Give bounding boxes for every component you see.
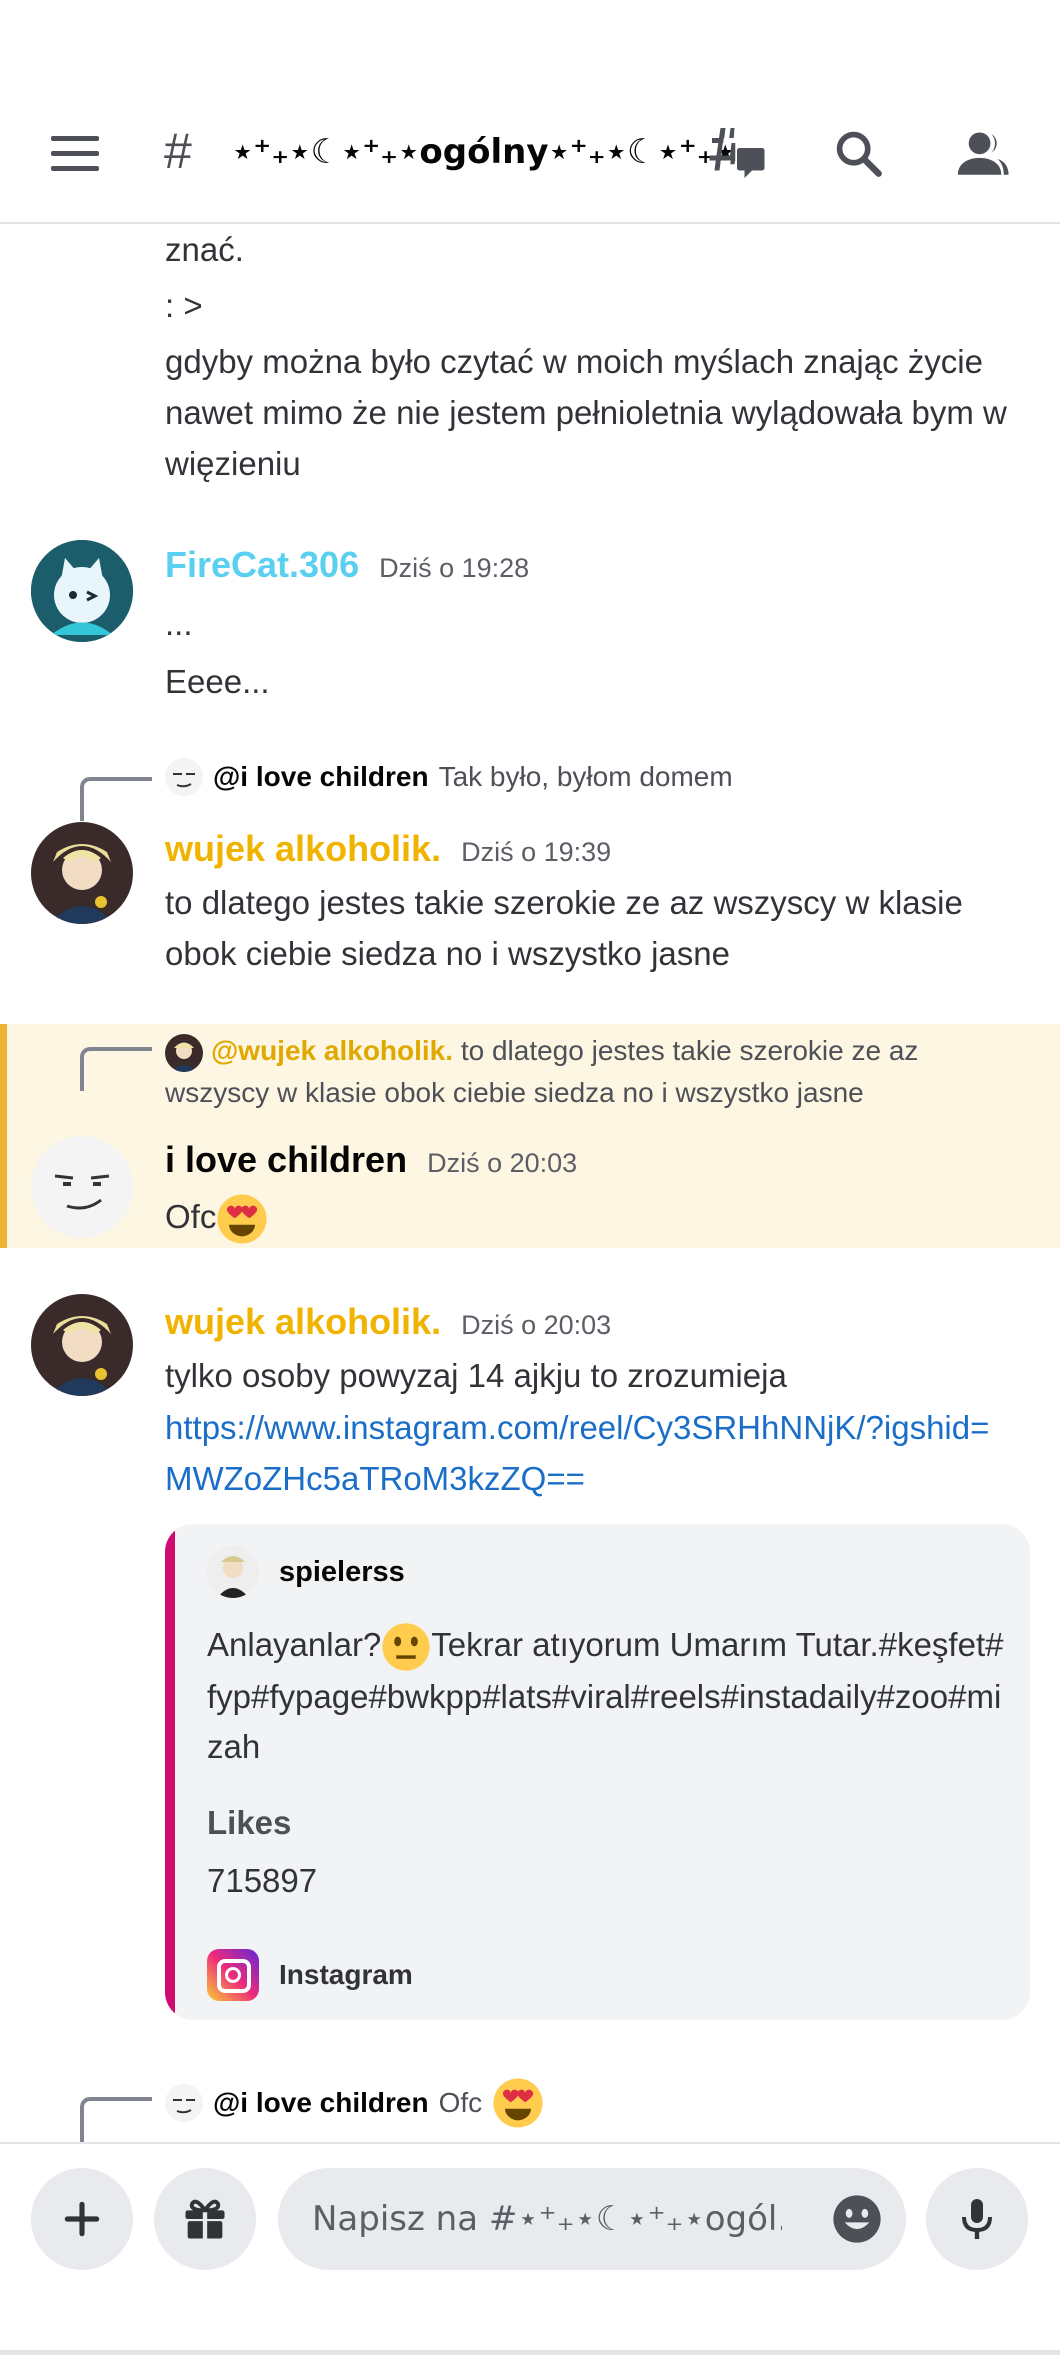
message-header: wujek alkoholik. Dziś o 20:03 bbox=[165, 1301, 611, 1343]
message-text: tylko osoby powyzaj 14 ajkju to zrozumie… bbox=[165, 1357, 787, 1394]
channel-name[interactable]: ⋆⁺₊⋆☾⋆⁺₊⋆ogólny⋆⁺₊⋆☾⋆⁺₊⋆ bbox=[232, 132, 736, 172]
embed-author[interactable]: spielerss bbox=[207, 1546, 405, 1598]
reply-text: Tak było, byłom domem bbox=[438, 761, 733, 792]
search-icon bbox=[836, 131, 882, 177]
link-embed[interactable]: spielerss Anlayanlar? Tekrar atıyorum Uma… bbox=[165, 1524, 1030, 2020]
members-icon bbox=[957, 132, 1009, 175]
embed-field-name: Likes bbox=[207, 1804, 292, 1841]
embed-footer-text: Instagram bbox=[279, 1959, 413, 1990]
hamburger-icon bbox=[51, 131, 99, 176]
microphone-icon bbox=[962, 2199, 992, 2239]
attach-button[interactable] bbox=[31, 2168, 133, 2270]
embed-description-part: Anlayanlar? bbox=[207, 1626, 382, 1663]
message-header: i love children Dziś o 20:03 bbox=[165, 1139, 577, 1181]
reply-reference[interactable]: @wujek alkoholik. to dlatego jestes taki… bbox=[165, 1030, 1025, 1114]
timestamp: Dziś o 20:03 bbox=[427, 1148, 578, 1178]
instagram-icon bbox=[207, 1949, 259, 2001]
menu-button[interactable] bbox=[40, 118, 110, 188]
reply-author: @wujek alkoholik. bbox=[211, 1035, 454, 1066]
reply-avatar bbox=[165, 2084, 203, 2122]
embed-footer: Instagram bbox=[207, 1949, 413, 2001]
channel-header: # ⋆⁺₊⋆☾⋆⁺₊⋆ogólny⋆⁺₊⋆☾⋆⁺₊⋆ bbox=[0, 0, 1060, 224]
message-input[interactable] bbox=[312, 2168, 782, 2270]
avatar-firecat[interactable] bbox=[31, 540, 133, 642]
message-header: FireCat.306 Dziś o 19:28 bbox=[165, 544, 529, 586]
message-text: : > bbox=[165, 287, 203, 324]
reply-text: Ofc bbox=[438, 2087, 483, 2118]
threads-button[interactable] bbox=[702, 118, 772, 188]
message-text: to dlatego jestes takie szerokie ze az w… bbox=[165, 884, 963, 972]
reply-avatar bbox=[165, 758, 203, 796]
heart-eyes-emoji-icon bbox=[217, 1194, 267, 1244]
bottom-divider bbox=[0, 2350, 1060, 2355]
reply-reference[interactable]: @i love children Tak było, byłom domem bbox=[165, 758, 733, 796]
timestamp: Dziś o 19:28 bbox=[379, 553, 530, 583]
avatar-wujek[interactable] bbox=[31, 822, 133, 924]
reply-reference[interactable]: @i love children Ofc bbox=[165, 2077, 544, 2129]
plus-icon bbox=[64, 2201, 100, 2237]
message-link[interactable]: https://www.instagram.com/reel/Cy3SRHhNN… bbox=[165, 1402, 1045, 1453]
channel-hash-icon: # bbox=[164, 123, 192, 179]
message-text: Ofc bbox=[165, 1191, 1025, 1245]
reply-text: wszyscy w klasie obok ciebie siedza no i… bbox=[165, 1077, 864, 1108]
emoji-icon[interactable] bbox=[830, 2192, 884, 2246]
author-name[interactable]: wujek alkoholik. bbox=[165, 1301, 441, 1343]
avatar-wujek[interactable] bbox=[31, 1294, 133, 1396]
search-button[interactable] bbox=[823, 118, 893, 188]
embed-author-avatar bbox=[207, 1546, 259, 1598]
timestamp: Dziś o 20:03 bbox=[461, 1310, 612, 1340]
embed-field-value: 715897 bbox=[207, 1862, 318, 1899]
message-text-content: Ofc bbox=[165, 1198, 217, 1235]
reply-connector bbox=[80, 777, 152, 821]
reply-avatar bbox=[165, 1033, 203, 1072]
message-text: znać. bbox=[165, 231, 244, 268]
message-header: wujek alkoholik. Dziś o 19:39 bbox=[165, 828, 611, 870]
message-link[interactable]: MWZoZHc5aTRoM3kzZQ== bbox=[165, 1453, 1025, 1504]
timestamp: Dziś o 19:39 bbox=[461, 837, 612, 867]
embed-accent-bar bbox=[165, 1524, 175, 2020]
author-name[interactable]: wujek alkoholik. bbox=[165, 828, 441, 870]
gift-icon bbox=[185, 2199, 225, 2239]
members-button[interactable] bbox=[947, 118, 1017, 188]
message-text: ... bbox=[165, 605, 193, 642]
embed-author-name: spielerss bbox=[279, 1555, 405, 1588]
gift-button[interactable] bbox=[154, 2168, 256, 2270]
author-name[interactable]: i love children bbox=[165, 1139, 407, 1181]
message-input-container[interactable] bbox=[278, 2168, 906, 2270]
threads-icon bbox=[709, 128, 765, 178]
avatar-ilovechildren[interactable] bbox=[31, 1136, 133, 1238]
message-list[interactable]: znać. : > gdyby można było czytać w moic… bbox=[0, 224, 1060, 2142]
message-text: Eeee... bbox=[165, 663, 270, 700]
reply-connector bbox=[80, 1047, 152, 1091]
neutral-face-emoji-icon bbox=[382, 1623, 430, 1671]
reply-author: @i love children bbox=[213, 761, 429, 792]
message-text: gdyby można było czytać w moich myślach … bbox=[165, 343, 1007, 482]
voice-button[interactable] bbox=[926, 2168, 1028, 2270]
embed-description: Anlayanlar? Tekrar atıyorum Umarım Tutar.… bbox=[207, 1620, 1007, 1772]
reply-text: to dlatego jestes takie szerokie ze az bbox=[460, 1035, 919, 1066]
reply-connector bbox=[80, 2097, 152, 2142]
reply-author: @i love children bbox=[213, 2087, 429, 2118]
author-name[interactable]: FireCat.306 bbox=[165, 544, 359, 586]
heart-eyes-emoji-icon bbox=[493, 2078, 543, 2128]
